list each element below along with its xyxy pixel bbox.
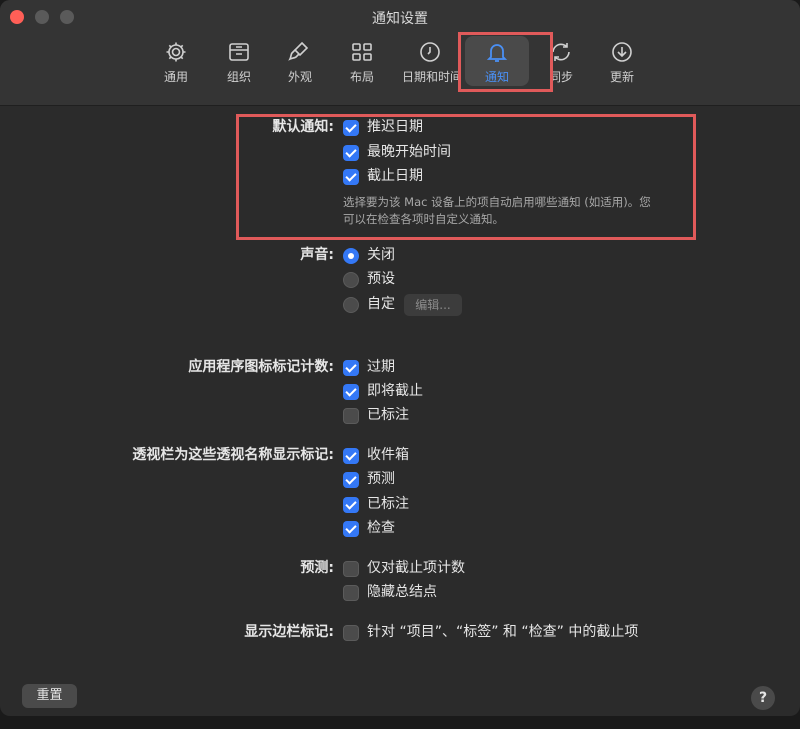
option-flagged: 已标注 bbox=[367, 407, 409, 423]
tab-organize-label: 组织 bbox=[226, 70, 251, 84]
help-button[interactable]: ? bbox=[751, 686, 775, 710]
option-defer-date: 推迟日期 bbox=[367, 119, 423, 135]
window-title: 通知设置 bbox=[372, 11, 428, 27]
download-icon bbox=[612, 42, 632, 62]
tab-date-time[interactable]: 日期和时间 bbox=[402, 40, 463, 90]
checkbox-forecast[interactable] bbox=[343, 472, 359, 488]
checkbox-sidebar-due[interactable] bbox=[343, 625, 359, 641]
clock-icon bbox=[420, 42, 440, 62]
tab-highlight-box bbox=[458, 32, 553, 92]
badge-count-label: 应用程序图标标记计数: bbox=[188, 359, 334, 375]
edit-sound-button[interactable]: 编辑... bbox=[404, 294, 462, 316]
tab-general[interactable]: 通用 bbox=[148, 40, 204, 90]
tab-layout-label: 布局 bbox=[349, 70, 374, 84]
option-overdue: 过期 bbox=[367, 359, 395, 375]
checkbox-due-soon[interactable] bbox=[343, 384, 359, 400]
option-sidebar-due: 针对 “项目”、“标签” 和 “检查” 中的截止项 bbox=[367, 624, 639, 640]
grid-icon bbox=[352, 43, 372, 61]
titlebar: 通知设置 通用 组织 外观 布局 日期和时间 通知 同步 更新 bbox=[0, 0, 800, 106]
forecast-label: 预测: bbox=[300, 560, 334, 576]
tab-appearance[interactable]: 外观 bbox=[272, 40, 328, 90]
tab-general-label: 通用 bbox=[163, 70, 188, 84]
tab-update-label: 更新 bbox=[609, 70, 634, 84]
tab-layout[interactable]: 布局 bbox=[334, 40, 390, 90]
checkbox-hide-total[interactable] bbox=[343, 585, 359, 601]
checkbox-flagged[interactable] bbox=[343, 408, 359, 424]
option-perspective-flagged: 已标注 bbox=[367, 496, 409, 512]
tray-icon bbox=[229, 43, 249, 61]
option-hide-total: 隐藏总结点 bbox=[367, 584, 437, 600]
sidebar-badges-label: 显示边栏标记: bbox=[244, 624, 334, 640]
default-notifications-note-2: 可以在检查各项时自定义通知。 bbox=[343, 212, 504, 226]
checkbox-defer-date[interactable] bbox=[343, 120, 359, 136]
default-notifications-label: 默认通知: bbox=[272, 119, 334, 135]
option-sound-preset: 预设 bbox=[367, 271, 395, 287]
reset-button[interactable]: 重置 bbox=[22, 684, 77, 708]
default-notifications-note-1: 选择要为该 Mac 设备上的项自动启用哪些通知 (如适用)。您 bbox=[343, 195, 651, 209]
checkbox-due-date[interactable] bbox=[343, 169, 359, 185]
checkbox-review[interactable] bbox=[343, 521, 359, 537]
paintbrush-icon bbox=[288, 41, 309, 61]
sound-label: 声音: bbox=[300, 247, 334, 263]
option-sound-custom: 自定 bbox=[367, 296, 395, 312]
radio-sound-custom[interactable] bbox=[343, 297, 359, 313]
option-inbox: 收件箱 bbox=[367, 447, 409, 463]
radio-sound-preset[interactable] bbox=[343, 272, 359, 288]
tab-appearance-label: 外观 bbox=[287, 70, 312, 84]
radio-sound-off[interactable] bbox=[343, 248, 359, 264]
checkbox-count-due-only[interactable] bbox=[343, 561, 359, 577]
checkbox-overdue[interactable] bbox=[343, 360, 359, 376]
option-sound-off: 关闭 bbox=[367, 247, 395, 263]
option-due-soon: 即将截止 bbox=[367, 383, 423, 399]
tab-update[interactable]: 更新 bbox=[594, 40, 650, 90]
checkbox-perspective-flagged[interactable] bbox=[343, 497, 359, 513]
perspective-badges-label: 透视栏为这些透视名称显示标记: bbox=[132, 447, 334, 463]
settings-window: 通知设置 通用 组织 外观 布局 日期和时间 通知 同步 更新 默认通知: 推迟… bbox=[0, 0, 800, 716]
tab-organize[interactable]: 组织 bbox=[211, 40, 267, 90]
checkbox-inbox[interactable] bbox=[343, 448, 359, 464]
option-latest-start: 最晚开始时间 bbox=[367, 144, 451, 160]
checkbox-latest-start[interactable] bbox=[343, 145, 359, 161]
gear-icon bbox=[166, 42, 186, 62]
dock-strip bbox=[0, 716, 800, 729]
option-due-date: 截止日期 bbox=[367, 168, 423, 184]
tab-date-time-label: 日期和时间 bbox=[402, 70, 463, 84]
option-review: 检查 bbox=[367, 520, 395, 536]
option-count-due-only: 仅对截止项计数 bbox=[367, 560, 465, 576]
option-forecast: 预测 bbox=[367, 471, 395, 487]
